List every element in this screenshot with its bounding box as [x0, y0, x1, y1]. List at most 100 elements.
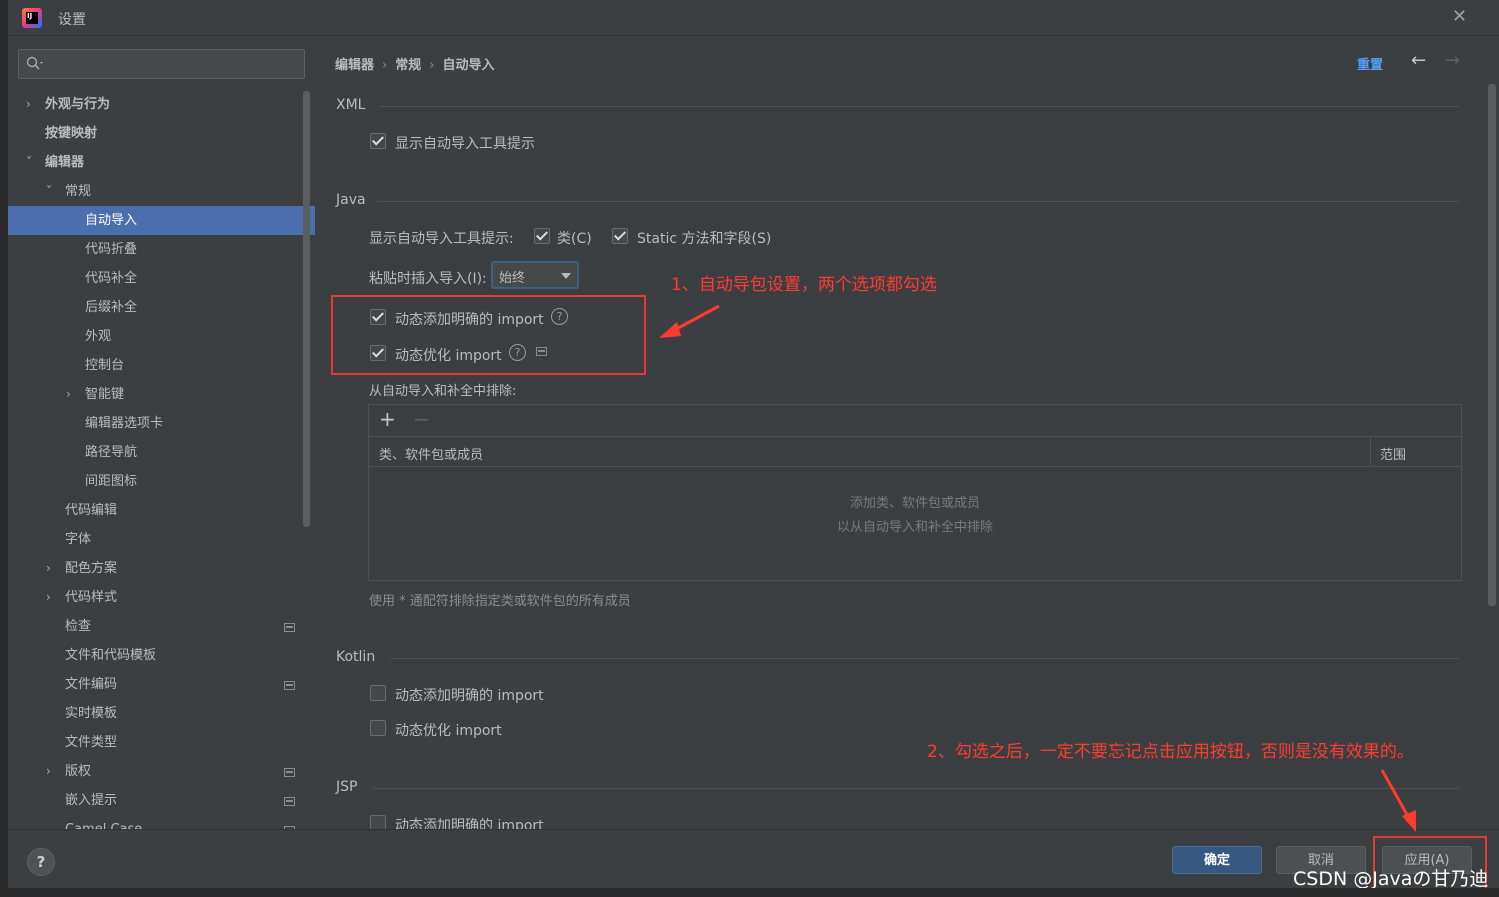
- project-scope-icon: [284, 681, 295, 690]
- sidebar-item-keymap[interactable]: 按键映射: [8, 119, 315, 148]
- reset-link[interactable]: 重置: [1357, 54, 1383, 73]
- sidebar-item-appearance-behavior[interactable]: › 外观与行为: [8, 90, 315, 119]
- project-scope-icon: [284, 623, 295, 632]
- dialog-footer: ? 确定 取消 应用(A): [8, 829, 1499, 889]
- sidebar-item-label: 代码编辑: [65, 503, 118, 518]
- exclude-label: 从自动导入和补全中排除:: [369, 384, 517, 399]
- table-header: 类、软件包或成员 范围: [369, 437, 1461, 467]
- add-icon[interactable]: +: [379, 407, 396, 431]
- breadcrumb-item: 自动导入: [442, 58, 495, 73]
- sidebar-item-label: 代码折叠: [85, 242, 138, 257]
- chevron-down-icon[interactable]: ˅: [26, 148, 32, 177]
- sidebar-item-label: 版权: [65, 764, 92, 779]
- java-show-popup-label: 显示自动导入工具提示:: [369, 231, 514, 247]
- sidebar-item-label: 代码补全: [85, 271, 138, 286]
- sidebar-item-label: 检查: [65, 619, 92, 634]
- sidebar-item-file-templates[interactable]: 文件和代码模板: [8, 641, 315, 670]
- section-divider: [377, 201, 1459, 202]
- chevron-right-icon[interactable]: ›: [46, 583, 51, 612]
- sidebar-item-inlay-hints[interactable]: 嵌入提示: [8, 786, 315, 815]
- project-scope-icon: [284, 797, 295, 806]
- sidebar-item-live-templates[interactable]: 实时模板: [8, 699, 315, 728]
- breadcrumb-separator: ›: [382, 58, 388, 73]
- chevron-down-icon[interactable]: ˅: [46, 177, 52, 206]
- sidebar-item-code-editing[interactable]: 代码编辑: [8, 496, 315, 525]
- sidebar-item-code-style[interactable]: › 代码样式: [8, 583, 315, 612]
- sidebar-item-auto-import[interactable]: 自动导入: [8, 206, 315, 235]
- annotation-highlight-box: [331, 295, 646, 375]
- xml-show-popup-checkbox[interactable]: [370, 133, 386, 149]
- section-header-kotlin: Kotlin: [336, 649, 376, 665]
- sidebar-item-file-encodings[interactable]: 文件编码: [8, 670, 315, 699]
- column-header-scope[interactable]: 范围: [1380, 444, 1406, 463]
- sidebar-item-label: 字体: [65, 532, 92, 547]
- back-arrow-icon[interactable]: ←: [1411, 50, 1426, 71]
- remove-icon[interactable]: −: [413, 407, 430, 431]
- sidebar-scrollbar[interactable]: [303, 91, 310, 527]
- annotation-note-2: 2、勾选之后，一定不要忘记点击应用按钮，否则是没有效果的。: [927, 742, 1414, 762]
- sidebar-item-label: 文件编码: [65, 677, 118, 692]
- sidebar-item-smart-keys[interactable]: › 智能键: [8, 380, 315, 409]
- sidebar-item-code-folding[interactable]: 代码折叠: [8, 235, 315, 264]
- sidebar-item-inspections[interactable]: 检查: [8, 612, 315, 641]
- kotlin-add-unambiguous-label: 动态添加明确的 import: [395, 688, 544, 704]
- chevron-right-icon[interactable]: ›: [66, 380, 71, 409]
- sidebar-item-label: 文件和代码模板: [65, 648, 157, 663]
- kotlin-add-unambiguous-checkbox[interactable]: [370, 685, 386, 701]
- xml-show-popup-label: 显示自动导入工具提示: [395, 136, 535, 152]
- search-icon: [26, 56, 43, 70]
- sidebar-item-label: 间距图标: [85, 474, 138, 489]
- dialog-title: 设置: [58, 12, 86, 28]
- forward-arrow-icon[interactable]: →: [1445, 50, 1460, 71]
- section-divider: [373, 788, 1459, 789]
- sidebar-item-breadcrumbs[interactable]: 路径导航: [8, 438, 315, 467]
- sidebar-item-console[interactable]: 控制台: [8, 351, 315, 380]
- sidebar-item-postfix-completion[interactable]: 后缀补全: [8, 293, 315, 322]
- sidebar-item-label: 后缀补全: [85, 300, 138, 315]
- close-icon[interactable]: ✕: [1452, 6, 1467, 27]
- sidebar-item-appearance[interactable]: 外观: [8, 322, 315, 351]
- ok-button[interactable]: 确定: [1172, 846, 1262, 874]
- title-bar: IJ 设置 ✕: [8, 0, 1499, 36]
- sidebar-item-camel-case[interactable]: Camel Case: [8, 815, 315, 829]
- kotlin-optimize-label: 动态优化 import: [395, 723, 502, 739]
- exclude-table: + − 类、软件包或成员 范围 添加类、软件包或成员 以从自动导入和补全中排除: [368, 404, 1462, 581]
- sidebar-item-copyright[interactable]: › 版权: [8, 757, 315, 786]
- breadcrumb: 编辑器 › 常规 › 自动导入: [335, 54, 494, 73]
- sidebar-item-label: 配色方案: [65, 561, 118, 576]
- background-edge: [0, 888, 1499, 897]
- kotlin-optimize-checkbox[interactable]: [370, 720, 386, 736]
- section-header-xml: XML: [336, 97, 366, 113]
- breadcrumb-separator: ›: [429, 58, 435, 73]
- chevron-right-icon[interactable]: ›: [46, 757, 51, 786]
- column-divider[interactable]: [1370, 437, 1371, 466]
- content-scrollbar[interactable]: [1488, 84, 1496, 606]
- settings-sidebar: › 外观与行为 按键映射 ˅ 编辑器 ˅ 常规 自动导入 代码折叠 代码补全 后…: [8, 36, 315, 829]
- sidebar-item-file-types[interactable]: 文件类型: [8, 728, 315, 757]
- sidebar-item-label: 外观: [85, 329, 112, 344]
- paste-insert-dropdown[interactable]: 始终: [491, 261, 579, 289]
- jsp-add-unambiguous-checkbox[interactable]: [370, 815, 386, 829]
- sidebar-item-label: 嵌入提示: [65, 793, 118, 808]
- sidebar-item-gutter-icons[interactable]: 间距图标: [8, 467, 315, 496]
- java-classes-checkbox[interactable]: [534, 228, 550, 244]
- section-header-jsp: JSP: [336, 779, 358, 795]
- sidebar-item-editor-tabs[interactable]: 编辑器选项卡: [8, 409, 315, 438]
- sidebar-item-label: Camel Case: [65, 815, 142, 829]
- sidebar-item-label: 按键映射: [45, 126, 98, 141]
- chevron-right-icon[interactable]: ›: [46, 554, 51, 583]
- java-classes-label: 类(C): [557, 231, 592, 247]
- dropdown-value: 始终: [499, 271, 526, 286]
- settings-search-input[interactable]: [18, 49, 305, 79]
- java-static-checkbox[interactable]: [612, 228, 628, 244]
- sidebar-item-font[interactable]: 字体: [8, 525, 315, 554]
- sidebar-item-general[interactable]: ˅ 常规: [8, 177, 315, 206]
- help-button[interactable]: ?: [27, 848, 55, 876]
- column-header-class[interactable]: 类、软件包或成员: [379, 444, 483, 463]
- settings-content: 编辑器 › 常规 › 自动导入 重置 ← → XML 显示自动导入工具提示 Java 显…: [315, 36, 1499, 829]
- sidebar-item-editor[interactable]: ˅ 编辑器: [8, 148, 315, 177]
- chevron-right-icon[interactable]: ›: [26, 90, 31, 119]
- sidebar-item-color-scheme[interactable]: › 配色方案: [8, 554, 315, 583]
- sidebar-item-label: 外观与行为: [45, 97, 111, 112]
- sidebar-item-code-completion[interactable]: 代码补全: [8, 264, 315, 293]
